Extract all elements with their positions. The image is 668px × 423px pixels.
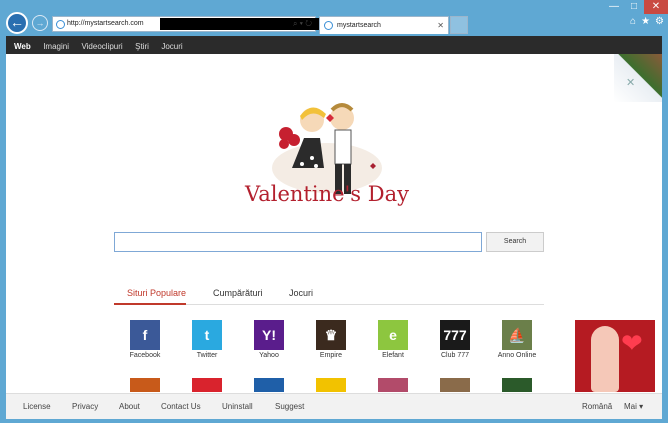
star-icon xyxy=(316,378,346,392)
tab-situri-populare[interactable]: Situri Populare xyxy=(127,288,186,298)
club777-icon: 777 xyxy=(440,320,470,350)
favorites-star-icon[interactable]: ★ xyxy=(641,16,650,27)
footer-about-link[interactable]: About xyxy=(119,402,140,411)
site-tile-label: Twitter xyxy=(196,352,218,359)
footer-privacy-link[interactable]: Privacy xyxy=(72,402,98,411)
address-url: http://mystartsearch.com xyxy=(67,20,144,27)
frame-right xyxy=(662,54,668,419)
page-content: ✕ Valentine's Day Search Situri Populare… xyxy=(6,54,662,393)
browser-toolbar-icons: ⌂ ★ ⚙ xyxy=(630,16,664,27)
address-bar[interactable]: http://mystartsearch.com ⌕ ▾ ↻ xyxy=(52,16,330,32)
anno-online-icon: ⛵ xyxy=(502,320,532,350)
portrait-icon xyxy=(440,378,470,392)
settings-gear-icon[interactable]: ⚙ xyxy=(655,16,664,27)
minimize-icon[interactable]: — xyxy=(604,0,624,14)
empire-icon: ♛ xyxy=(316,320,346,350)
address-controls[interactable]: ⌕ ▾ ↻ xyxy=(293,17,312,31)
back-button[interactable]: ← xyxy=(6,12,28,34)
site-tile-label: Yahoo xyxy=(259,352,279,359)
valentine-ad-banner[interactable]: ❤ xyxy=(575,320,655,392)
browser-window: — □ ✕ ← → http://mystartsearch.com ⌕ ▾ ↻… xyxy=(0,0,668,423)
close-peel-icon[interactable]: ✕ xyxy=(626,76,635,89)
footer-language-link[interactable]: Română xyxy=(582,402,612,411)
site-tile[interactable]: f Facebook xyxy=(120,320,170,359)
site-tile-label: Club 777 xyxy=(440,352,470,359)
site-tile-label: Anno Online xyxy=(497,352,537,359)
valentines-day-logo-text: Valentine's Day xyxy=(245,182,409,206)
browser-chrome: — □ ✕ ← → http://mystartsearch.com ⌕ ▾ ↻… xyxy=(0,0,668,36)
site-tile[interactable] xyxy=(244,378,294,392)
site-tile[interactable]: ♛ Empire xyxy=(306,320,356,359)
site-tile[interactable]: ⛵ Anno Online xyxy=(492,320,542,359)
page-peel-ad[interactable]: ✕ xyxy=(614,54,662,102)
site-tile[interactable]: t Twitter xyxy=(182,320,232,359)
elefant-icon: e xyxy=(378,320,408,350)
emag-icon xyxy=(192,378,222,392)
active-tab-underline xyxy=(114,303,186,305)
site-tile[interactable]: e Elefant xyxy=(368,320,418,359)
footer: License Privacy About Contact Us Uninsta… xyxy=(6,393,662,419)
ad-heart-icon: ❤ xyxy=(621,328,643,358)
site-tile[interactable] xyxy=(120,378,170,392)
footer-uninstall-link[interactable]: Uninstall xyxy=(222,402,253,411)
browser-tab[interactable]: mystartsearch ✕ xyxy=(319,16,449,34)
tab-cumparaturi[interactable]: Cumpărături xyxy=(213,288,263,298)
p-icon xyxy=(254,378,284,392)
search-input[interactable] xyxy=(114,232,482,252)
footer-contact-link[interactable]: Contact Us xyxy=(161,402,201,411)
close-tab-icon[interactable]: ✕ xyxy=(437,17,444,34)
maximize-icon[interactable]: □ xyxy=(624,0,644,14)
tab-jocuri[interactable]: Jocuri xyxy=(289,288,313,298)
site-tile-label: Facebook xyxy=(129,352,161,359)
site-tile-label: Elefant xyxy=(382,352,404,359)
footer-suggest-link[interactable]: Suggest xyxy=(275,402,304,411)
site-tile[interactable] xyxy=(306,378,356,392)
footer-more-dropdown[interactable]: Mai ▾ xyxy=(624,402,643,411)
tab-title: mystartsearch xyxy=(337,22,381,29)
tab-favicon-icon xyxy=(324,21,333,30)
site-nav: Web Imagini Videoclipuri Ştiri Jocuri xyxy=(0,36,668,54)
window-controls: — □ ✕ xyxy=(604,0,668,14)
site-tile[interactable] xyxy=(368,378,418,392)
ie-favicon-icon xyxy=(56,20,65,29)
close-window-icon[interactable]: ✕ xyxy=(644,0,668,14)
site-tile[interactable] xyxy=(430,378,480,392)
yahoo-icon: Y! xyxy=(254,320,284,350)
site-tile[interactable] xyxy=(182,378,232,392)
facebook-icon: f xyxy=(130,320,160,350)
site-tile[interactable] xyxy=(492,378,542,392)
forward-button[interactable]: → xyxy=(32,15,48,31)
site-tile[interactable]: 777 Club 777 xyxy=(430,320,480,359)
search-button[interactable]: Search xyxy=(486,232,544,252)
pay-icon xyxy=(502,378,532,392)
new-tab-button[interactable] xyxy=(450,16,468,34)
footer-license-link[interactable]: License xyxy=(23,402,51,411)
twitter-icon: t xyxy=(192,320,222,350)
site-tile[interactable]: Y! Yahoo xyxy=(244,320,294,359)
ad-figure-image xyxy=(591,326,619,392)
game-icon xyxy=(130,378,160,392)
heart-game-icon xyxy=(378,378,408,392)
home-icon[interactable]: ⌂ xyxy=(630,16,636,27)
category-tabs: Situri Populare Cumpărături Jocuri xyxy=(114,282,544,305)
site-tile-label: Empire xyxy=(319,352,343,359)
frame-bottom xyxy=(0,419,668,423)
